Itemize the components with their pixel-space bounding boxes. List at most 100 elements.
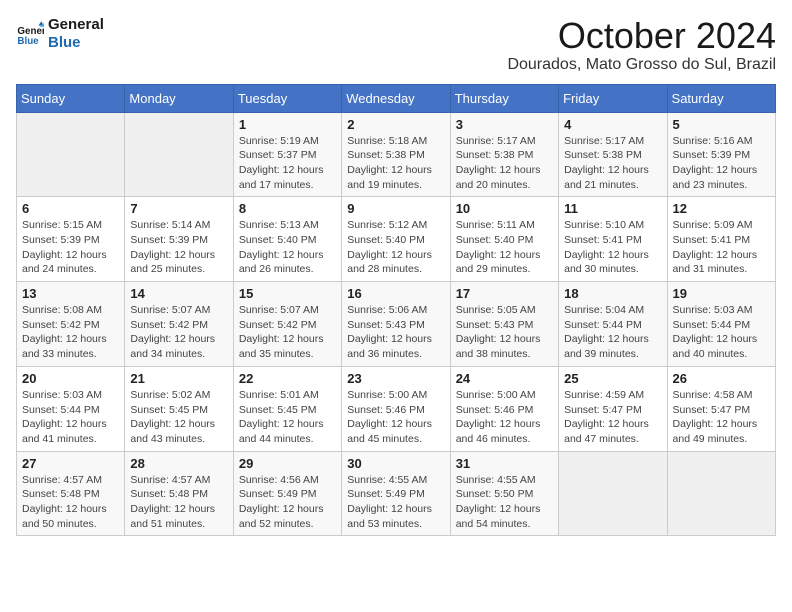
day-number: 19 xyxy=(673,286,770,301)
header-thursday: Thursday xyxy=(450,84,558,112)
day-number: 15 xyxy=(239,286,336,301)
day-info: Sunrise: 4:56 AMSunset: 5:49 PMDaylight:… xyxy=(239,473,336,532)
day-info: Sunrise: 5:16 AMSunset: 5:39 PMDaylight:… xyxy=(673,134,770,193)
day-number: 13 xyxy=(22,286,119,301)
calendar-cell: 13 Sunrise: 5:08 AMSunset: 5:42 PMDayligh… xyxy=(17,282,125,367)
day-info: Sunrise: 5:10 AMSunset: 5:41 PMDaylight:… xyxy=(564,218,661,277)
month-title: October 2024 xyxy=(507,16,776,56)
calendar-cell: 8Sunrise: 5:13 AMSunset: 5:40 PMDaylight… xyxy=(233,197,341,282)
day-number: 26 xyxy=(673,371,770,386)
calendar-cell: 15Sunrise: 5:07 AMSunset: 5:42 PMDayligh… xyxy=(233,282,341,367)
svg-text:Blue: Blue xyxy=(17,36,39,47)
calendar-cell: 1Sunrise: 5:19 AMSunset: 5:37 PMDaylight… xyxy=(233,112,341,197)
day-info: Sunrise: 5:00 AMSunset: 5:46 PMDaylight:… xyxy=(456,388,553,447)
calendar-cell: 25Sunrise: 4:59 AMSunset: 5:47 PMDayligh… xyxy=(559,366,667,451)
day-info: Sunrise: 5:06 AMSunset: 5:43 PMDaylight:… xyxy=(347,303,444,362)
day-number: 4 xyxy=(564,117,661,132)
calendar-cell: 27 Sunrise: 4:57 AMSunset: 5:48 PMDayligh… xyxy=(17,451,125,536)
day-number: 7 xyxy=(130,201,227,216)
day-number: 2 xyxy=(347,117,444,132)
calendar-cell: 26 Sunrise: 4:58 AMSunset: 5:47 PMDayligh… xyxy=(667,366,775,451)
day-number: 21 xyxy=(130,371,227,386)
day-number: 23 xyxy=(347,371,444,386)
calendar-cell: 28 Sunrise: 4:57 AMSunset: 5:48 PMDayligh… xyxy=(125,451,233,536)
day-info: Sunrise: 5:14 AMSunset: 5:39 PMDaylight:… xyxy=(130,218,227,277)
day-info: Sunrise: 5:03 AMSunset: 5:44 PMDaylight:… xyxy=(22,388,119,447)
day-info: Sunrise: 5:11 AMSunset: 5:40 PMDaylight:… xyxy=(456,218,553,277)
day-number: 24 xyxy=(456,371,553,386)
calendar-week-1: 1Sunrise: 5:19 AMSunset: 5:37 PMDaylight… xyxy=(17,112,776,197)
day-info: Sunrise: 5:02 AMSunset: 5:45 PMDaylight:… xyxy=(130,388,227,447)
day-info: Sunrise: 5:15 AMSunset: 5:39 PMDaylight:… xyxy=(22,218,119,277)
day-info: Sunrise: 5:04 AMSunset: 5:44 PMDaylight:… xyxy=(564,303,661,362)
calendar-cell: 20 Sunrise: 5:03 AMSunset: 5:44 PMDayligh… xyxy=(17,366,125,451)
page-header: General Blue General Blue October 2024 D… xyxy=(16,16,776,74)
calendar-cell: 5Sunrise: 5:16 AMSunset: 5:39 PMDaylight… xyxy=(667,112,775,197)
day-number: 16 xyxy=(347,286,444,301)
calendar-cell: 6 Sunrise: 5:15 AMSunset: 5:39 PMDaylight… xyxy=(17,197,125,282)
logo-icon: General Blue xyxy=(16,20,44,48)
calendar-cell: 22 Sunrise: 5:01 AMSunset: 5:45 PMDayligh… xyxy=(233,366,341,451)
calendar-week-2: 6 Sunrise: 5:15 AMSunset: 5:39 PMDaylight… xyxy=(17,197,776,282)
calendar-week-5: 27 Sunrise: 4:57 AMSunset: 5:48 PMDayligh… xyxy=(17,451,776,536)
day-info: Sunrise: 4:58 AMSunset: 5:47 PMDaylight:… xyxy=(673,388,770,447)
header-wednesday: Wednesday xyxy=(342,84,450,112)
calendar-cell: 17 Sunrise: 5:05 AMSunset: 5:43 PMDayligh… xyxy=(450,282,558,367)
calendar-cell: 4 Sunrise: 5:17 AMSunset: 5:38 PMDaylight… xyxy=(559,112,667,197)
day-info: Sunrise: 4:55 AMSunset: 5:49 PMDaylight:… xyxy=(347,473,444,532)
calendar-cell xyxy=(17,112,125,197)
calendar-cell: 9 Sunrise: 5:12 AMSunset: 5:40 PMDaylight… xyxy=(342,197,450,282)
day-number: 18 xyxy=(564,286,661,301)
calendar-week-4: 20 Sunrise: 5:03 AMSunset: 5:44 PMDayligh… xyxy=(17,366,776,451)
day-info: Sunrise: 5:05 AMSunset: 5:43 PMDaylight:… xyxy=(456,303,553,362)
day-info: Sunrise: 5:00 AMSunset: 5:46 PMDaylight:… xyxy=(347,388,444,447)
day-number: 22 xyxy=(239,371,336,386)
calendar-cell xyxy=(125,112,233,197)
calendar-cell: 12 Sunrise: 5:09 AMSunset: 5:41 PMDayligh… xyxy=(667,197,775,282)
header-monday: Monday xyxy=(125,84,233,112)
day-number: 12 xyxy=(673,201,770,216)
day-info: Sunrise: 5:19 AMSunset: 5:37 PMDaylight:… xyxy=(239,134,336,193)
header-tuesday: Tuesday xyxy=(233,84,341,112)
calendar-cell: 18 Sunrise: 5:04 AMSunset: 5:44 PMDayligh… xyxy=(559,282,667,367)
calendar-cell: 10Sunrise: 5:11 AMSunset: 5:40 PMDayligh… xyxy=(450,197,558,282)
day-info: Sunrise: 5:08 AMSunset: 5:42 PMDaylight:… xyxy=(22,303,119,362)
day-number: 28 xyxy=(130,456,227,471)
calendar-cell: 24 Sunrise: 5:00 AMSunset: 5:46 PMDayligh… xyxy=(450,366,558,451)
day-number: 20 xyxy=(22,371,119,386)
day-info: Sunrise: 5:12 AMSunset: 5:40 PMDaylight:… xyxy=(347,218,444,277)
calendar-cell: 16 Sunrise: 5:06 AMSunset: 5:43 PMDayligh… xyxy=(342,282,450,367)
header-sunday: Sunday xyxy=(17,84,125,112)
day-info: Sunrise: 4:55 AMSunset: 5:50 PMDaylight:… xyxy=(456,473,553,532)
calendar-cell: 29Sunrise: 4:56 AMSunset: 5:49 PMDayligh… xyxy=(233,451,341,536)
location: Dourados, Mato Grosso do Sul, Brazil xyxy=(507,56,776,74)
day-number: 27 xyxy=(22,456,119,471)
day-info: Sunrise: 4:57 AMSunset: 5:48 PMDaylight:… xyxy=(22,473,119,532)
day-number: 25 xyxy=(564,371,661,386)
calendar-table: SundayMondayTuesdayWednesdayThursdayFrid… xyxy=(16,84,776,537)
calendar-cell: 21 Sunrise: 5:02 AMSunset: 5:45 PMDayligh… xyxy=(125,366,233,451)
calendar-cell: 30 Sunrise: 4:55 AMSunset: 5:49 PMDayligh… xyxy=(342,451,450,536)
day-number: 14 xyxy=(130,286,227,301)
calendar-cell: 31Sunrise: 4:55 AMSunset: 5:50 PMDayligh… xyxy=(450,451,558,536)
day-number: 17 xyxy=(456,286,553,301)
day-info: Sunrise: 5:17 AMSunset: 5:38 PMDaylight:… xyxy=(564,134,661,193)
header-saturday: Saturday xyxy=(667,84,775,112)
day-info: Sunrise: 5:09 AMSunset: 5:41 PMDaylight:… xyxy=(673,218,770,277)
day-info: Sunrise: 5:01 AMSunset: 5:45 PMDaylight:… xyxy=(239,388,336,447)
day-number: 9 xyxy=(347,201,444,216)
day-number: 6 xyxy=(22,201,119,216)
day-number: 30 xyxy=(347,456,444,471)
day-info: Sunrise: 5:03 AMSunset: 5:44 PMDaylight:… xyxy=(673,303,770,362)
logo-blue: Blue xyxy=(48,34,104,52)
day-info: Sunrise: 5:07 AMSunset: 5:42 PMDaylight:… xyxy=(130,303,227,362)
day-number: 8 xyxy=(239,201,336,216)
calendar-cell: 23 Sunrise: 5:00 AMSunset: 5:46 PMDayligh… xyxy=(342,366,450,451)
day-number: 11 xyxy=(564,201,661,216)
title-block: October 2024 Dourados, Mato Grosso do Su… xyxy=(507,16,776,74)
day-info: Sunrise: 4:57 AMSunset: 5:48 PMDaylight:… xyxy=(130,473,227,532)
calendar-cell: 11 Sunrise: 5:10 AMSunset: 5:41 PMDayligh… xyxy=(559,197,667,282)
logo-general: General xyxy=(48,16,104,34)
calendar-cell xyxy=(667,451,775,536)
calendar-cell: 19 Sunrise: 5:03 AMSunset: 5:44 PMDayligh… xyxy=(667,282,775,367)
